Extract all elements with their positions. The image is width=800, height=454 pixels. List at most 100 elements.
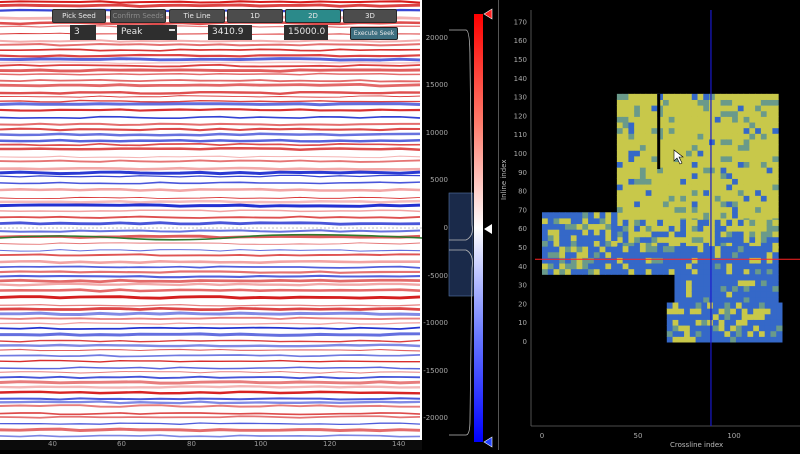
- map-cell: [674, 184, 681, 191]
- map-cell: [628, 116, 635, 123]
- map-cell: [553, 246, 560, 253]
- value-a-field[interactable]: 3410.9: [208, 25, 252, 40]
- seismic-reflector: [0, 215, 421, 219]
- map-cell: [703, 291, 710, 298]
- value-b-field[interactable]: 15000.0: [284, 25, 328, 40]
- map-cell: [674, 172, 681, 179]
- map-cell: [691, 279, 699, 287]
- map-cell: [701, 302, 708, 309]
- map-cell: [755, 105, 762, 112]
- map-cell: [634, 150, 641, 157]
- map-cell: [726, 127, 733, 134]
- map-cell: [758, 336, 766, 343]
- map-cell: [680, 212, 687, 219]
- map-cell: [770, 302, 777, 309]
- map-cell: [639, 150, 647, 157]
- map-cell: [749, 172, 756, 179]
- tie-line-button[interactable]: Tie Line: [169, 9, 225, 23]
- map-cell: [553, 251, 560, 258]
- map-cell: [674, 219, 681, 226]
- map-cell: [686, 236, 693, 243]
- view-2d-button[interactable]: 2D: [285, 9, 341, 23]
- map-cell: [743, 268, 750, 275]
- map-cell: [760, 263, 768, 270]
- map-cell: [686, 285, 693, 292]
- map-cell: [732, 99, 739, 106]
- map-cell: [755, 172, 762, 179]
- seismic-section-view[interactable]: [0, 0, 422, 440]
- map-cell: [651, 219, 658, 226]
- confirm-seeds-button[interactable]: Confirm Seeds: [110, 9, 166, 23]
- map-cell: [680, 184, 687, 191]
- map-cell: [730, 325, 737, 332]
- map-cell: [712, 330, 720, 337]
- seismic-reflector: [0, 43, 421, 47]
- seismic-traces[interactable]: [0, 0, 422, 440]
- event-type-select[interactable]: Peak: [117, 25, 177, 40]
- map-cell: [691, 225, 699, 232]
- map-cell: [674, 105, 681, 112]
- map-cell: [634, 138, 641, 146]
- map-cell: [588, 217, 595, 225]
- midpoint-handle-icon[interactable]: [484, 224, 492, 234]
- map-cell: [720, 93, 727, 100]
- map-cell: [680, 296, 687, 304]
- map-cell: [726, 161, 733, 168]
- map-cell: [645, 184, 652, 191]
- colorbar-gradient: [474, 14, 483, 442]
- map-cell: [743, 291, 750, 298]
- map-cell: [703, 105, 710, 112]
- seed-count-field[interactable]: 3: [70, 25, 96, 40]
- map-cell: [674, 178, 681, 185]
- map-cell: [622, 122, 629, 129]
- map-cell: [712, 313, 720, 320]
- map-cell: [634, 105, 641, 112]
- map-cell: [616, 122, 624, 129]
- map-cell: [709, 178, 716, 185]
- map-cell: [542, 251, 549, 258]
- map-cell: [686, 212, 693, 219]
- attribute-map[interactable]: 1701601501401301201101009080706050403020…: [499, 0, 800, 450]
- pick-seed-button[interactable]: Pick Seed: [52, 9, 106, 23]
- map-cell: [709, 257, 716, 264]
- max-handle-icon[interactable]: [483, 8, 493, 20]
- map-cell: [741, 313, 748, 320]
- map-cell: [622, 110, 629, 117]
- map-cell: [639, 127, 647, 134]
- map-cell: [674, 285, 681, 292]
- map-cell: [743, 263, 750, 270]
- map-cell: [703, 225, 710, 232]
- map-cell: [651, 167, 658, 174]
- map-cell: [674, 225, 681, 232]
- map-cell: [622, 206, 629, 213]
- map-cell: [703, 178, 710, 185]
- map-cell: [724, 325, 731, 332]
- inline-crossline-map[interactable]: 170 160 150 140 130 120 110 100 90 80 70 60 50 40 30 20…: [498, 0, 800, 450]
- map-cell: [720, 172, 727, 179]
- map-cell: [697, 219, 704, 226]
- map-cell: [772, 219, 779, 226]
- map-cell: [697, 257, 704, 264]
- min-handle-icon[interactable]: [483, 436, 493, 448]
- map-cell: [553, 240, 560, 247]
- seismic-reflector: [0, 0, 421, 4]
- map-cell: [691, 274, 699, 281]
- map-cell: [703, 201, 710, 208]
- view-1d-button[interactable]: 1D: [227, 9, 283, 23]
- execute-seek-button[interactable]: Execute Seek: [350, 27, 398, 40]
- map-cell: [686, 150, 693, 157]
- map-cell: [709, 263, 716, 270]
- map-cell: [691, 167, 699, 174]
- map-cell: [743, 167, 750, 174]
- map-cell: [749, 110, 756, 117]
- map-cell: [634, 189, 641, 196]
- map-cell: [749, 105, 756, 112]
- map-cell: [766, 236, 773, 243]
- view-3d-button[interactable]: 3D: [343, 9, 397, 23]
- map-cell: [732, 167, 739, 174]
- map-cell: [760, 285, 768, 292]
- map-cell: [749, 178, 756, 185]
- map-cell: [680, 201, 687, 208]
- map-cell: [743, 236, 750, 243]
- map-cell: [691, 155, 699, 163]
